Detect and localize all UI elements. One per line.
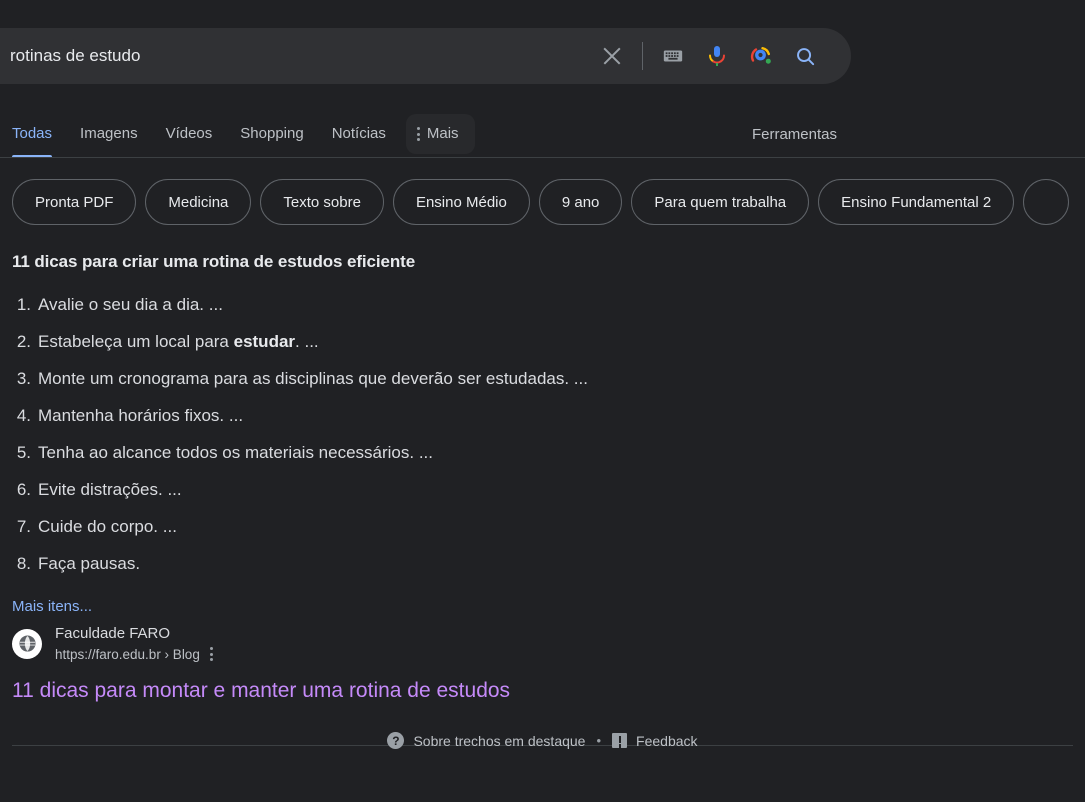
filter-chip[interactable]: 9 ano <box>538 179 623 225</box>
list-item-number: 3. <box>16 368 31 388</box>
chip-label: Para quem trabalha <box>654 193 787 211</box>
list-item: 8. Faça pausas. <box>12 553 1085 576</box>
list-item-text-tail: . ... <box>295 331 319 351</box>
list-item-text: Evite distrações. ... <box>38 479 182 499</box>
result-title-link[interactable]: 11 dicas para montar e manter uma rotina… <box>12 677 912 704</box>
more-items-link[interactable]: Mais itens... <box>12 598 92 615</box>
list-item: 4. Mantenha horários fixos. ... <box>12 405 1085 428</box>
list-item-text-bold: estudar <box>233 331 296 351</box>
chip-label: 9 ano <box>561 193 600 211</box>
tab-label: Shopping <box>240 125 304 142</box>
close-icon <box>601 45 623 67</box>
virtual-keyboard-button[interactable] <box>651 34 695 78</box>
feedback-icon <box>612 733 628 748</box>
chip-label: Pronta PDF <box>35 193 114 211</box>
snippet-footer: ? Sobre trechos em destaque • Feedback <box>0 732 1085 749</box>
search-input[interactable] <box>0 28 590 84</box>
snippet-title: 11 dicas para criar uma rotina de estudo… <box>12 252 416 271</box>
tab-more-label: Mais <box>426 125 459 142</box>
list-item-text: Mantenha horários fixos. ... <box>38 405 244 425</box>
site-url: https://faro.edu.br › Blog <box>55 646 200 662</box>
search-submit-button[interactable] <box>783 34 827 78</box>
tab-videos[interactable]: Vídeos <box>152 110 227 158</box>
snippet-list: 1. Avalie o seu dia a dia. ... 2. Estabe… <box>0 294 1085 576</box>
list-item-number: 4. <box>16 405 31 425</box>
result-options-button[interactable] <box>209 647 213 662</box>
keyboard-icon <box>663 50 683 62</box>
chip-label: Ensino Fundamental 2 <box>841 193 992 211</box>
voice-search-button[interactable] <box>695 34 739 78</box>
search-actions <box>590 34 851 78</box>
search-bar[interactable] <box>0 28 851 84</box>
filter-chip[interactable]: Para quem trabalha <box>631 179 810 225</box>
help-icon: ? <box>387 732 405 749</box>
tab-label: Imagens <box>80 125 138 142</box>
search-result: Faculdade FARO https://faro.edu.br › Blo… <box>12 624 912 704</box>
result-meta: Faculdade FARO https://faro.edu.br › Blo… <box>55 624 213 663</box>
tab-more-button[interactable]: Mais <box>405 114 475 154</box>
tab-todas[interactable]: Todas <box>0 110 66 158</box>
search-icon <box>796 47 814 65</box>
site-name: Faculdade FARO <box>55 625 171 642</box>
chip-label: Ensino Médio <box>415 193 507 211</box>
search-tabs: Todas Imagens Vídeos Shopping Notícias M… <box>0 110 1085 158</box>
about-featured-snippets-link[interactable]: ? Sobre trechos em destaque <box>387 732 585 749</box>
featured-snippet: 11 dicas para criar uma rotina de estudo… <box>0 252 1085 616</box>
list-item: 5. Tenha ao alcance todos os materiais n… <box>12 442 1085 465</box>
list-item: 1. Avalie o seu dia a dia. ... <box>12 294 1085 317</box>
lens-icon <box>750 47 771 64</box>
microphone-icon <box>709 46 725 66</box>
filter-chip[interactable]: Medicina <box>145 179 252 225</box>
tab-shopping[interactable]: Shopping <box>226 110 317 158</box>
tools-label: Ferramentas <box>751 125 837 143</box>
list-item-number: 5. <box>16 442 31 462</box>
site-url-row: https://faro.edu.br › Blog <box>55 646 213 664</box>
about-label: Sobre trechos em destaque <box>413 732 586 749</box>
list-item-text: Monte um cronograma para as disciplinas … <box>38 368 588 388</box>
google-lens-button[interactable] <box>739 34 783 78</box>
list-item-number: 8. <box>16 553 31 573</box>
filter-chip[interactable]: Pronta PDF <box>12 179 137 225</box>
list-item-text: Cuide do corpo. ... <box>38 516 177 536</box>
divider <box>642 42 643 70</box>
tab-label: Todas <box>12 125 53 142</box>
list-item-number: 6. <box>16 479 31 499</box>
feedback-label: Feedback <box>636 732 698 749</box>
list-item-text: Avalie o seu dia a dia. ... <box>38 295 223 314</box>
tools-button[interactable]: Ferramentas <box>752 126 837 143</box>
list-item-text: Tenha ao alcance todos os materiais nece… <box>38 442 433 462</box>
filter-chip[interactable]: Ensino Fundamental 2 <box>818 179 1015 225</box>
search-bar-container <box>0 28 851 84</box>
chip-label: Medicina <box>168 193 229 211</box>
globe-icon <box>18 635 36 652</box>
chip-label: Texto sobre <box>283 193 361 211</box>
list-item: 2. Estabeleça um local para estudar. ... <box>12 331 1085 354</box>
filter-chip-partial[interactable] <box>1023 179 1070 225</box>
favicon <box>12 628 42 659</box>
list-item-text: Faça pausas. <box>38 553 141 573</box>
filter-chips-row: Pronta PDF Medicina Texto sobre Ensino M… <box>0 178 1085 226</box>
clear-search-button[interactable] <box>590 34 634 78</box>
list-item-text: Estabeleça um local para estudar. ... <box>38 331 319 354</box>
result-header: Faculdade FARO https://faro.edu.br › Blo… <box>12 624 912 663</box>
filter-chip[interactable]: Texto sobre <box>260 179 384 225</box>
filter-chip[interactable]: Ensino Médio <box>392 179 530 225</box>
tab-noticias[interactable]: Notícias <box>318 110 400 158</box>
list-item-number: 7. <box>16 516 31 536</box>
tab-imagens[interactable]: Imagens <box>66 110 152 158</box>
footer-separator: • <box>596 733 602 748</box>
list-item: 7. Cuide do corpo. ... <box>12 516 1085 539</box>
tabs-bottom-border <box>0 157 1085 158</box>
tab-label: Notícias <box>331 125 386 142</box>
list-item-number: 2. <box>16 331 31 351</box>
list-item-text-lead: Estabeleça um local para <box>38 331 234 351</box>
tab-label: Vídeos <box>165 125 213 142</box>
list-item: 6. Evite distrações. ... <box>12 479 1085 502</box>
dots-vertical-icon <box>416 127 420 141</box>
list-item: 3. Monte um cronograma para as disciplin… <box>12 368 1085 391</box>
list-item-number: 1. <box>16 295 31 314</box>
feedback-link[interactable]: Feedback <box>612 732 698 749</box>
